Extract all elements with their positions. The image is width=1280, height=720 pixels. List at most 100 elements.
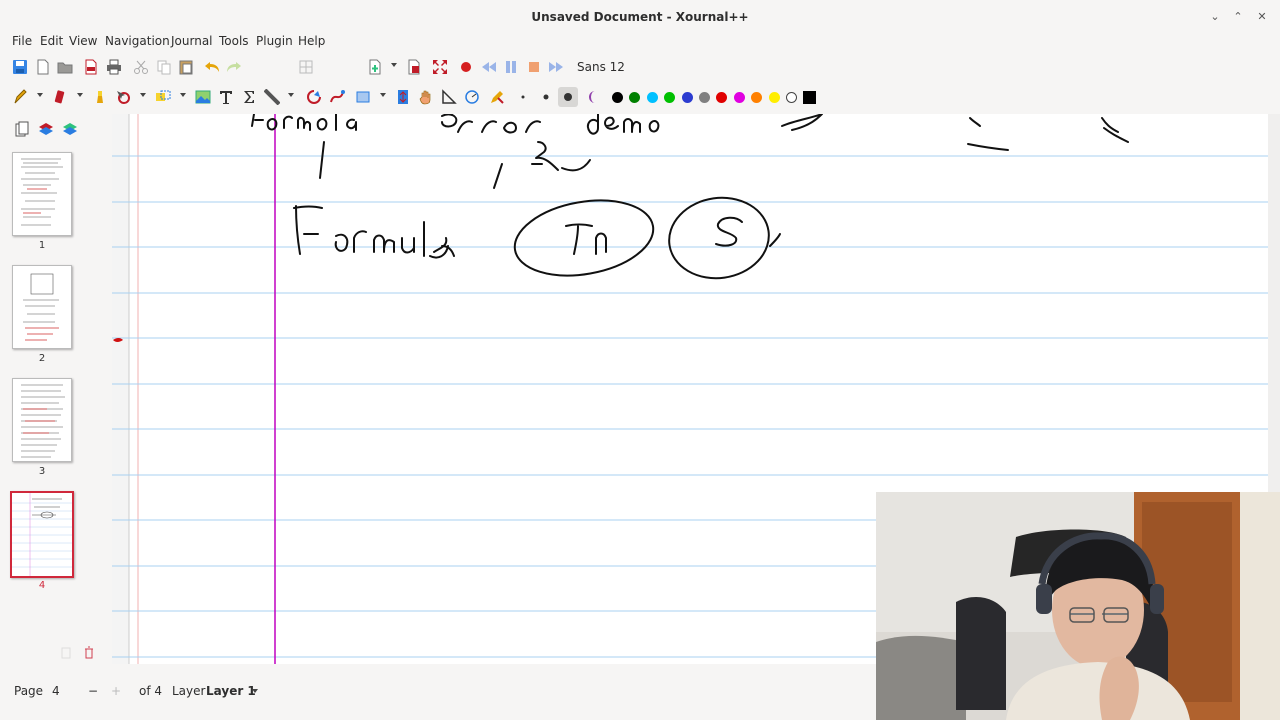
color-swatch-11[interactable] bbox=[786, 92, 797, 103]
pen-dropdown-icon[interactable] bbox=[37, 93, 43, 97]
layer-selector[interactable]: Layer 1 bbox=[206, 684, 256, 698]
thumbnail-sketch bbox=[23, 273, 59, 341]
compass-icon[interactable] bbox=[464, 89, 480, 105]
fill-icon[interactable] bbox=[587, 89, 603, 105]
maximize-icon[interactable]: ⌃ bbox=[1231, 10, 1245, 24]
xournal-window: Unsaved Document - Xournal++ ⌄ ⌃ ✕ File … bbox=[0, 0, 1280, 720]
cut-icon[interactable] bbox=[133, 59, 149, 75]
page-thumbnail-3[interactable] bbox=[12, 378, 72, 462]
delete-page-sidebar-icon[interactable] bbox=[81, 645, 97, 661]
menu-tools[interactable]: Tools bbox=[219, 34, 249, 48]
menu-view[interactable]: View bbox=[69, 34, 97, 48]
copy-page-icon[interactable] bbox=[58, 645, 74, 661]
pause-icon[interactable] bbox=[503, 59, 519, 75]
save-icon[interactable] bbox=[12, 59, 28, 75]
delete-page-icon[interactable] bbox=[406, 59, 422, 75]
page-sidebar: 1 2 3 4 bbox=[0, 114, 112, 664]
new-document-icon[interactable] bbox=[35, 59, 51, 75]
color-swatch-8[interactable] bbox=[733, 92, 745, 103]
ruler-dropdown-icon[interactable] bbox=[288, 93, 294, 97]
region-select-icon[interactable] bbox=[155, 89, 171, 105]
color-swatch-12[interactable] bbox=[803, 91, 817, 104]
color-swatch-2[interactable] bbox=[629, 92, 641, 103]
color-swatch-4[interactable] bbox=[664, 92, 676, 103]
ruler-icon[interactable] bbox=[264, 89, 280, 105]
color-swatch-10[interactable] bbox=[768, 92, 780, 103]
page-preview-tab-icon[interactable] bbox=[14, 121, 30, 137]
rectangle-icon[interactable] bbox=[355, 89, 371, 105]
page-thumbnail-4[interactable] bbox=[10, 491, 74, 578]
vertical-space-icon[interactable] bbox=[395, 89, 411, 105]
paste-icon[interactable] bbox=[178, 59, 194, 75]
undo-icon[interactable] bbox=[204, 59, 220, 75]
shape-dropdown-icon[interactable] bbox=[380, 93, 386, 97]
color-swatch-6[interactable] bbox=[699, 92, 710, 103]
window-title: Unsaved Document - Xournal++ bbox=[531, 10, 749, 24]
page-increment-button[interactable]: + bbox=[111, 684, 121, 698]
color-swatch-3[interactable] bbox=[646, 92, 658, 103]
thumbnail-sketch bbox=[21, 158, 63, 226]
rewind-icon[interactable] bbox=[481, 59, 497, 75]
text-tool-icon[interactable] bbox=[218, 89, 234, 105]
thumbnail-sketch bbox=[12, 493, 72, 576]
record-icon[interactable] bbox=[458, 59, 474, 75]
page-input[interactable]: 4 bbox=[52, 684, 60, 698]
pen-icon[interactable] bbox=[12, 89, 28, 105]
thumbnail-sketch bbox=[21, 384, 65, 458]
copy-icon[interactable] bbox=[156, 59, 172, 75]
export-pdf-icon[interactable] bbox=[83, 59, 99, 75]
title-bar: Unsaved Document - Xournal++ ⌄ ⌃ ✕ bbox=[0, 0, 1280, 32]
latex-icon[interactable] bbox=[241, 89, 257, 105]
highlighter-icon[interactable] bbox=[92, 89, 108, 105]
page-thumbnail-1[interactable] bbox=[12, 152, 72, 236]
webcam-feed bbox=[876, 492, 1280, 720]
page-decrement-button[interactable]: − bbox=[88, 684, 98, 698]
menu-plugin[interactable]: Plugin bbox=[256, 34, 293, 48]
redo-icon[interactable] bbox=[226, 59, 242, 75]
select-tool-icon[interactable] bbox=[115, 89, 131, 105]
add-page-dropdown-icon[interactable] bbox=[391, 63, 397, 67]
medium-stroke-icon[interactable] bbox=[538, 89, 554, 105]
grid-icon[interactable] bbox=[298, 59, 314, 75]
menu-file[interactable]: File bbox=[12, 34, 32, 48]
tools-toolbar bbox=[0, 84, 1280, 112]
region-dropdown-icon[interactable] bbox=[180, 93, 186, 97]
color-swatch-7[interactable] bbox=[716, 92, 728, 103]
select-dropdown-icon[interactable] bbox=[140, 93, 146, 97]
main-toolbar: Sans 12 bbox=[0, 54, 1280, 82]
color-swatch-1[interactable] bbox=[612, 92, 623, 103]
fast-forward-icon[interactable] bbox=[548, 59, 564, 75]
add-page-icon[interactable] bbox=[367, 59, 383, 75]
layer-dropdown-icon[interactable] bbox=[252, 689, 258, 693]
eraser-icon[interactable] bbox=[52, 89, 68, 105]
print-icon[interactable] bbox=[106, 59, 122, 75]
font-selector[interactable]: Sans 12 bbox=[577, 60, 625, 74]
fullscreen-icon[interactable] bbox=[432, 59, 448, 75]
image-icon[interactable] bbox=[195, 89, 211, 105]
hand-icon[interactable] bbox=[418, 89, 434, 105]
layer-label: Layer bbox=[172, 684, 206, 698]
menu-help[interactable]: Help bbox=[298, 34, 325, 48]
page-thumbnail-2[interactable] bbox=[12, 265, 72, 349]
minimize-icon[interactable]: ⌄ bbox=[1208, 10, 1222, 24]
eraser-dropdown-icon[interactable] bbox=[77, 93, 83, 97]
shape-recognizer-icon[interactable] bbox=[306, 89, 322, 105]
page-number-1: 1 bbox=[38, 240, 46, 251]
spline-icon[interactable] bbox=[329, 89, 345, 105]
page-layers-tab-icon[interactable] bbox=[62, 121, 78, 137]
menu-navigation[interactable]: Navigation bbox=[105, 34, 170, 48]
close-icon[interactable]: ✕ bbox=[1255, 10, 1269, 24]
setsquare-icon[interactable] bbox=[441, 89, 457, 105]
page-number-2: 2 bbox=[38, 353, 46, 364]
color-swatch-5[interactable] bbox=[681, 92, 693, 103]
menu-edit[interactable]: Edit bbox=[40, 34, 63, 48]
stop-icon[interactable] bbox=[526, 59, 542, 75]
menu-journal[interactable]: Journal bbox=[171, 34, 213, 48]
webcam-overlay bbox=[876, 492, 1280, 720]
open-folder-icon[interactable] bbox=[57, 59, 73, 75]
layers-tab-icon[interactable] bbox=[38, 121, 54, 137]
page-count: of 4 bbox=[139, 684, 163, 698]
default-tool-icon[interactable] bbox=[489, 89, 505, 105]
thin-stroke-icon[interactable] bbox=[515, 89, 531, 105]
color-swatch-9[interactable] bbox=[751, 92, 763, 103]
